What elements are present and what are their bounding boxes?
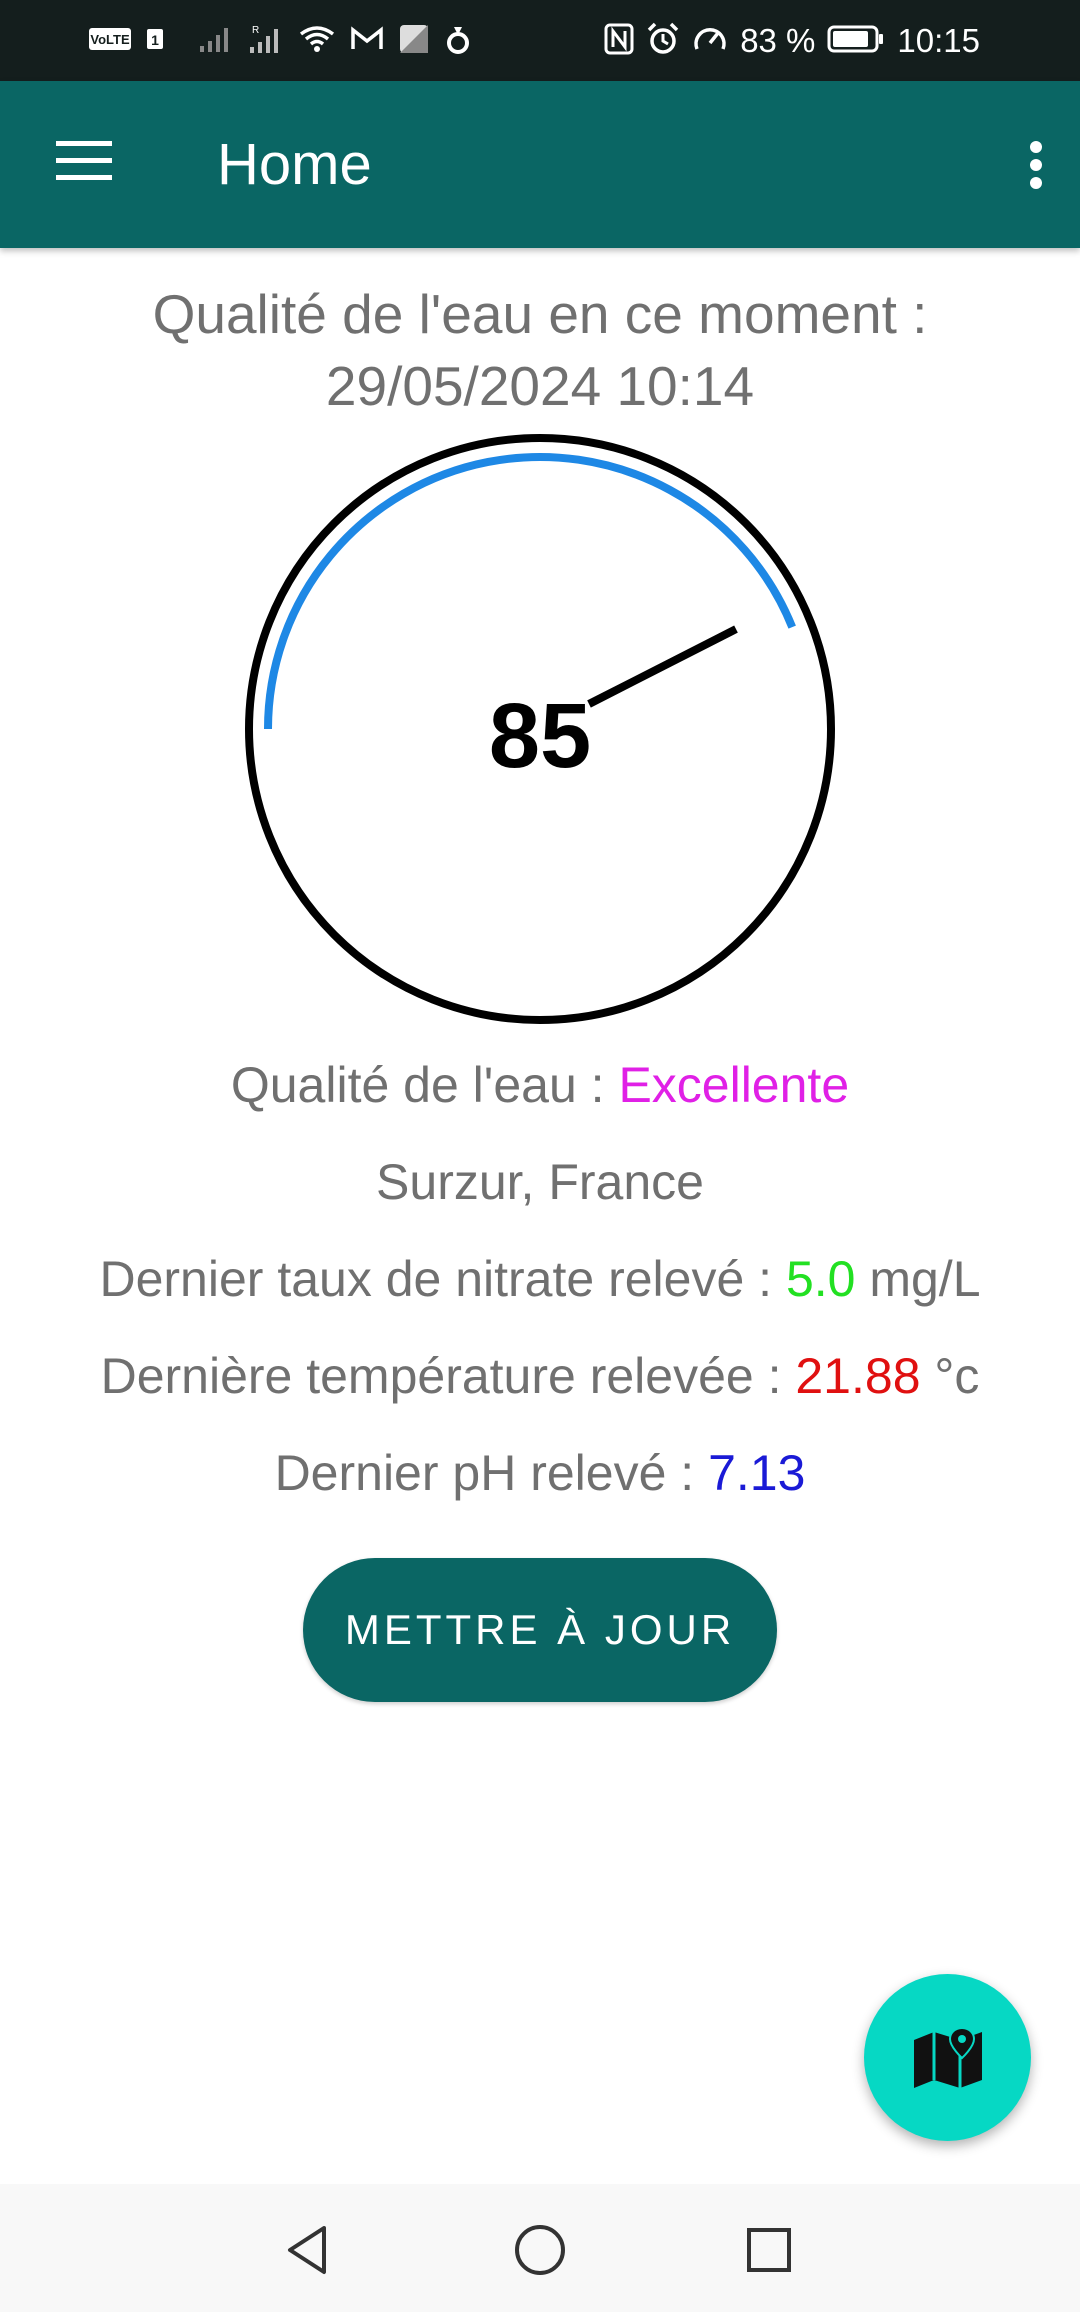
battery-percentage: 83 % — [740, 21, 816, 59]
nitrate-line: Dernier taux de nitrate relevé : 5.0 mg/… — [0, 1250, 1080, 1308]
nav-recents-button[interactable] — [729, 2210, 809, 2290]
map-fab-button[interactable] — [864, 1974, 1031, 2141]
svg-text:VoLTE: VoLTE — [90, 32, 130, 47]
headline-timestamp: 29/05/2024 10:14 — [325, 355, 755, 417]
nav-back-button[interactable] — [268, 2210, 348, 2290]
signal-roaming-icon: R — [248, 23, 284, 59]
nfc-icon — [604, 23, 634, 59]
headline-title: Qualité de l'eau en ce moment : — [152, 283, 928, 345]
alarm-icon — [646, 22, 680, 60]
home-screen: VoLTE 1 R 83 % 10:15 Home Qualité de l'e… — [0, 0, 1080, 2312]
ph-value: 7.13 — [708, 1445, 806, 1501]
gmail-icon — [350, 25, 384, 57]
gauge-value: 85 — [489, 685, 591, 787]
battery-icon — [827, 24, 885, 58]
volte-icon: VoLTE — [88, 25, 132, 57]
app-notification-icon — [398, 23, 430, 59]
quality-value: Excellente — [618, 1057, 850, 1113]
location-text: Surzur, France — [376, 1154, 704, 1210]
temperature-unit: °c — [920, 1348, 980, 1404]
update-button[interactable]: METTRE À JOUR — [303, 1558, 777, 1702]
nav-home-button[interactable] — [500, 2210, 580, 2290]
ph-label: Dernier pH relevé : — [274, 1445, 709, 1501]
system-navigation-bar — [0, 2184, 1080, 2312]
status-left-icons: VoLTE 1 R — [88, 0, 472, 81]
app-notification-icon-2 — [444, 23, 472, 59]
nitrate-unit: mg/L — [855, 1251, 981, 1307]
home-icon — [515, 2225, 565, 2275]
map-icon — [913, 2026, 982, 2088]
svg-text:1: 1 — [151, 32, 159, 48]
ph-line: Dernier pH relevé : 7.13 — [0, 1444, 1080, 1502]
hamburger-menu-icon — [56, 141, 112, 180]
status-right-icons: 83 % 10:15 — [604, 0, 980, 81]
wifi-icon — [298, 24, 336, 58]
menu-button[interactable] — [40, 125, 128, 205]
recents-icon — [747, 2228, 791, 2272]
sim1-icon: 1 — [146, 27, 164, 55]
back-icon — [288, 2226, 326, 2274]
nitrate-label: Dernier taux de nitrate relevé : — [99, 1251, 786, 1307]
status-bar: VoLTE 1 R 83 % 10:15 — [0, 0, 1080, 81]
signal-icon — [198, 24, 234, 58]
speed-icon — [692, 23, 728, 59]
headline: Qualité de l'eau en ce moment : 29/05/20… — [60, 278, 1020, 422]
temperature-label: Dernière température relevée : — [100, 1348, 796, 1404]
nitrate-value: 5.0 — [785, 1251, 856, 1307]
quality-label: Qualité de l'eau : — [230, 1057, 619, 1113]
app-title: Home — [217, 132, 372, 197]
temperature-value: 21.88 — [795, 1348, 921, 1404]
water-quality-gauge: 85 — [245, 434, 835, 1024]
status-time: 10:15 — [897, 21, 980, 59]
location-line: Surzur, France — [0, 1153, 1080, 1211]
more-vert-icon — [1030, 141, 1042, 189]
app-bar: Home — [0, 81, 1080, 248]
temperature-line: Dernière température relevée : 21.88 °c — [0, 1347, 1080, 1405]
overflow-menu-button[interactable] — [1006, 125, 1066, 205]
quality-line: Qualité de l'eau : Excellente — [0, 1056, 1080, 1114]
svg-text:R: R — [252, 25, 259, 36]
gauge-needle — [587, 625, 738, 708]
